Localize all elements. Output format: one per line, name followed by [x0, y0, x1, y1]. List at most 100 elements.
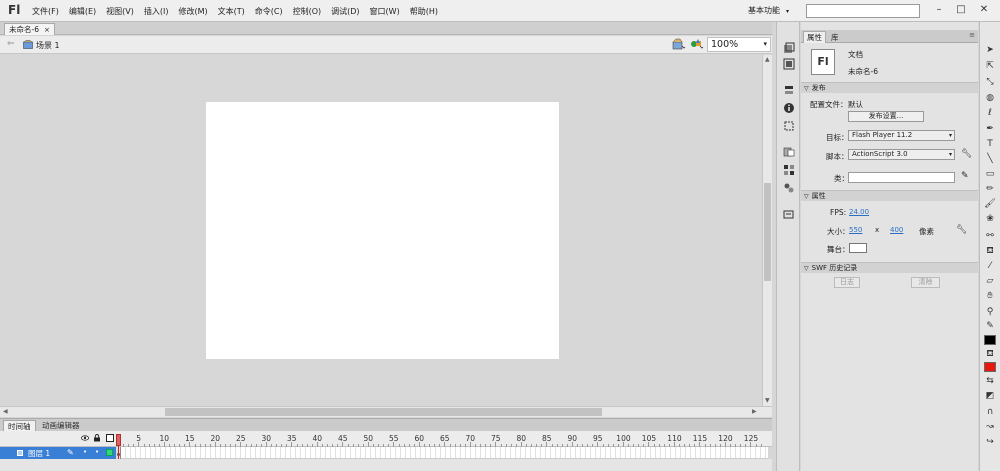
straighten-icon[interactable]: ↪: [984, 436, 996, 448]
deco-tool-icon[interactable]: ❀: [984, 213, 996, 225]
publish-section-header[interactable]: ▽ 发布: [801, 82, 978, 93]
bone-tool-icon[interactable]: ⚯: [984, 230, 996, 242]
align-icon[interactable]: [783, 84, 795, 96]
scroll-up-icon[interactable]: ▲: [765, 56, 770, 63]
size-width[interactable]: 550: [849, 226, 862, 234]
menu-item[interactable]: 插入(I): [144, 6, 169, 17]
horizontal-scroll-thumb[interactable]: [165, 408, 602, 416]
horizontal-scrollbar[interactable]: ◀ ▶: [0, 406, 772, 417]
log-button[interactable]: 日志: [834, 277, 860, 288]
scroll-left-icon[interactable]: ◀: [3, 408, 8, 415]
lock-icon[interactable]: [93, 434, 101, 442]
frame-number: 115: [692, 434, 708, 443]
document-type: 文档: [848, 50, 863, 59]
menu-item[interactable]: 修改(M): [178, 6, 207, 17]
close-window-button[interactable]: ✕: [977, 3, 991, 17]
pencil-tool-icon[interactable]: ✏: [984, 183, 996, 195]
tab-library[interactable]: 库: [831, 32, 839, 43]
vertical-scroll-thumb[interactable]: [764, 183, 771, 281]
info-icon[interactable]: [783, 102, 795, 114]
stroke-color-swatch[interactable]: [984, 335, 996, 345]
frame-ruler[interactable]: 1510152025303540455055606570758085909510…: [116, 431, 766, 447]
menu-item[interactable]: 命令(C): [255, 6, 283, 17]
menu-item[interactable]: 帮助(H): [410, 6, 438, 17]
target-value: Flash Player 11.2: [852, 131, 913, 139]
menu-item[interactable]: 编辑(E): [69, 6, 96, 17]
minimize-button[interactable]: –: [932, 3, 946, 17]
zoom-select[interactable]: 100% ▾: [707, 37, 771, 52]
playhead[interactable]: [116, 434, 121, 446]
swap-colors-icon[interactable]: ⇆: [984, 375, 996, 387]
tab-properties[interactable]: 属性: [803, 31, 826, 43]
transform-icon[interactable]: [783, 120, 795, 132]
frame-number: 90: [567, 434, 578, 443]
frame-number: 50: [363, 434, 374, 443]
menu-item[interactable]: 调试(D): [331, 6, 359, 17]
layer-outline-color[interactable]: [106, 449, 113, 456]
snap-magnet-icon[interactable]: ∩: [984, 406, 996, 418]
3d-rotation-tool-icon[interactable]: ◍: [984, 92, 996, 104]
frames-row[interactable]: [116, 447, 768, 459]
components-icon[interactable]: [783, 182, 795, 194]
swatches-icon[interactable]: [783, 164, 795, 176]
fill-color-swatch[interactable]: [984, 362, 996, 372]
stage-color-swatch[interactable]: [849, 243, 867, 253]
layer-row[interactable]: 图层 1 ✎ • •: [0, 447, 116, 459]
menu-item[interactable]: 文本(T): [218, 6, 245, 17]
lock-dot-icon[interactable]: •: [95, 448, 99, 456]
selection-tool-icon[interactable]: ➤: [984, 44, 996, 56]
publish-settings-button[interactable]: 发布设置...: [848, 111, 924, 122]
menu-item[interactable]: 视图(V): [106, 6, 134, 17]
workspace-switcher[interactable]: 基本功能 ▾: [748, 5, 789, 16]
smooth-icon[interactable]: ↝: [984, 421, 996, 433]
scroll-down-icon[interactable]: ▼: [765, 397, 770, 404]
fps-value[interactable]: 24.00: [849, 208, 869, 216]
motion-presets-icon[interactable]: [783, 208, 795, 220]
size-height[interactable]: 400: [890, 226, 903, 234]
vertical-scrollbar[interactable]: ▲ ▼: [762, 55, 772, 406]
edit-scene-icon[interactable]: [672, 38, 686, 50]
lasso-tool-icon[interactable]: ℓ: [984, 107, 996, 119]
wrench-icon[interactable]: 🔧︎: [961, 149, 972, 159]
class-input[interactable]: [848, 172, 955, 183]
stage[interactable]: [206, 102, 559, 359]
eraser-tool-icon[interactable]: ▱: [984, 275, 996, 287]
maximize-button[interactable]: □: [954, 3, 968, 17]
subselection-tool-icon[interactable]: ⇱: [984, 60, 996, 72]
rectangle-tool-icon[interactable]: ▭: [984, 168, 996, 180]
line-tool-icon[interactable]: ╲: [984, 153, 996, 165]
zoom-tool-icon[interactable]: ⚲: [984, 306, 996, 318]
color-icon[interactable]: [783, 146, 795, 158]
pencil-icon[interactable]: ✎: [67, 448, 74, 457]
hand-tool-icon[interactable]: ✋︎: [984, 290, 996, 302]
properties-icon[interactable]: [783, 42, 795, 54]
edit-symbol-icon[interactable]: [690, 38, 704, 50]
visible-dot-icon[interactable]: •: [83, 448, 87, 456]
pencil-icon[interactable]: ✎: [961, 171, 969, 181]
wrench-icon[interactable]: 🔧︎: [956, 225, 967, 235]
default-colors-icon[interactable]: ◩: [984, 390, 996, 402]
target-select[interactable]: Flash Player 11.2 ▾: [848, 130, 955, 141]
document-tab[interactable]: 未命名-6 ×: [4, 23, 55, 35]
eyedropper-tool-icon[interactable]: ⁄: [984, 260, 996, 272]
menu-item[interactable]: 窗口(W): [370, 6, 400, 17]
library-icon[interactable]: [783, 58, 795, 70]
pen-tool-icon[interactable]: ✒: [984, 123, 996, 135]
outline-icon[interactable]: [106, 434, 114, 442]
scroll-right-icon[interactable]: ▶: [752, 408, 757, 415]
script-select[interactable]: ActionScript 3.0 ▾: [848, 149, 955, 160]
swf-history-section-header[interactable]: ▽ SWF 历史记录: [801, 262, 978, 273]
close-icon[interactable]: ×: [44, 26, 50, 34]
properties-section-header[interactable]: ▽ 属性: [801, 190, 978, 201]
clear-button[interactable]: 清除: [911, 277, 940, 288]
text-tool-icon[interactable]: T: [984, 138, 996, 150]
menu-item[interactable]: 控制(O): [293, 6, 322, 17]
brush-tool-icon[interactable]: 🖌︎: [984, 198, 996, 210]
search-input[interactable]: [806, 4, 920, 18]
back-arrow-icon[interactable]: ⇐: [7, 39, 15, 49]
eye-icon[interactable]: [81, 434, 89, 442]
menu-item[interactable]: 文件(F): [32, 6, 59, 17]
free-transform-tool-icon[interactable]: ⤡: [984, 76, 996, 88]
paint-bucket-tool-icon[interactable]: ⛾: [984, 245, 996, 257]
panel-menu-icon[interactable]: ≡: [969, 31, 975, 39]
